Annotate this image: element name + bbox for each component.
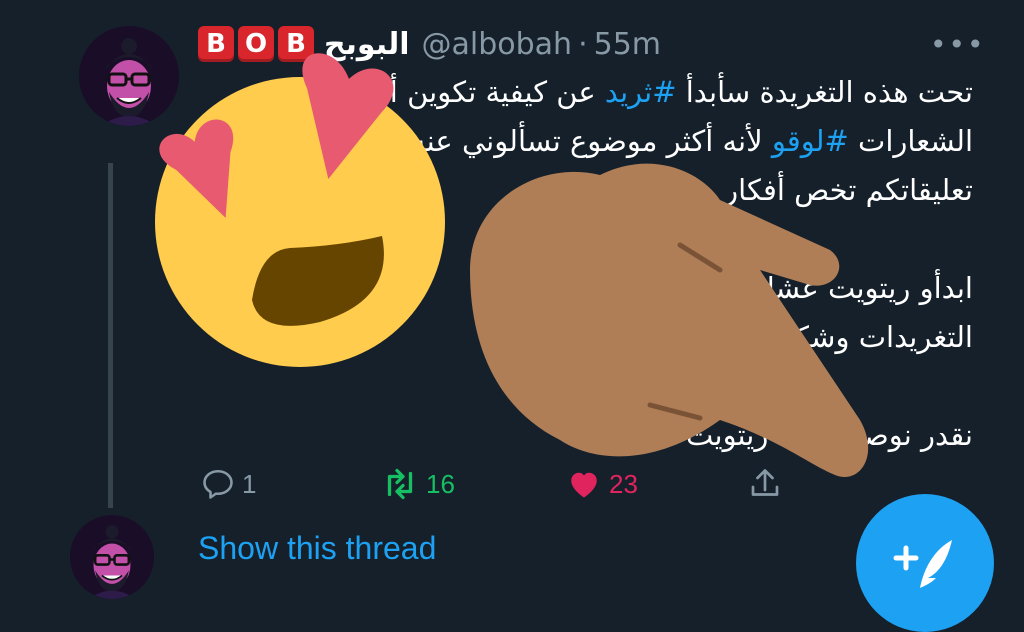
author-display-name[interactable]: البوبح: [324, 27, 410, 62]
hashtag-thread[interactable]: #ثريد: [605, 75, 677, 109]
tweet-line-blank-2: [205, 362, 973, 411]
like-button[interactable]: 23: [565, 466, 638, 502]
avatar-illustration: [70, 515, 154, 599]
tweet-timestamp[interactable]: 55m: [594, 27, 661, 62]
tweet-header: B O B البوبح @albobah · 55m: [198, 22, 661, 66]
thread-connector-line: [108, 163, 113, 508]
badge-letter-b2: B: [278, 26, 314, 62]
tweet-text: تحت هذه التغريدة سأبدأ #ثريد عن كيفية تك…: [205, 68, 973, 460]
like-count: 23: [609, 468, 638, 499]
share-button[interactable]: [747, 466, 783, 502]
tweet-actions: 1 16 23: [195, 466, 795, 510]
reply-icon: [203, 469, 233, 499]
compose-tweet-icon: [893, 540, 952, 588]
retweet-button[interactable]: 16: [380, 466, 455, 502]
hashtag-logo[interactable]: #لوقو: [772, 124, 849, 158]
tweet-line-8: نقدر نوصل 100 ريتويت: [686, 418, 973, 452]
heart-icon: [571, 472, 597, 498]
retweet-count: 16: [426, 468, 455, 499]
avatar-illustration: [79, 26, 179, 126]
tweet-line-1: تحت هذه التغريدة سأبدأ #ثريد عن كيفية تك…: [337, 75, 973, 109]
tweet-line-5: ابدأو ريتويت عشان يكون الثريد ظاهر: [529, 271, 973, 305]
tweet-line-6: التغريدات وشكرًا لدعمكم وحبكم: [583, 320, 973, 354]
header-separator: ·: [578, 26, 588, 62]
badge-letter-o: O: [238, 26, 274, 62]
thread-author-avatar[interactable]: [70, 515, 154, 599]
compose-tweet-button[interactable]: [856, 494, 994, 632]
bob-badge-emoji: B O B: [198, 26, 314, 62]
reply-button[interactable]: 1: [200, 466, 256, 502]
retweet-icon: [387, 468, 413, 500]
show-this-thread-link[interactable]: Show this thread: [198, 530, 436, 567]
more-options-icon[interactable]: •••: [930, 28, 986, 61]
author-avatar[interactable]: [79, 26, 179, 126]
reply-count: 1: [242, 468, 257, 499]
share-icon: [751, 469, 779, 496]
badge-letter-b1: B: [198, 26, 234, 62]
author-handle[interactable]: @albobah: [422, 27, 573, 62]
tweet-line-3: تعليقاتكم تخص أفكار: [724, 173, 973, 207]
tweet-line-blank-1: [205, 215, 973, 264]
tweet-line-2: الشعارات #لوقو لأنه أكثر موضوع تسألوني ع…: [411, 124, 973, 158]
